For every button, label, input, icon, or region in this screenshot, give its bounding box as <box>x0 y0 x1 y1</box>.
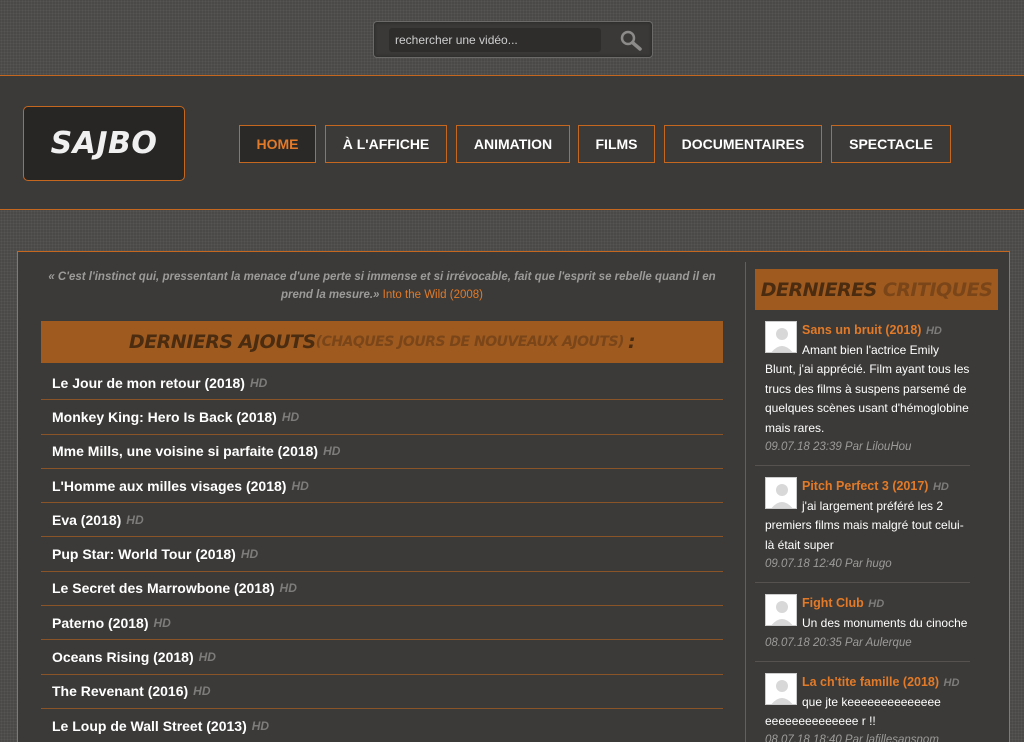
item-title: Paterno (2018) <box>52 614 149 631</box>
review-meta: 09.07.18 12:40 Par hugo <box>765 558 892 571</box>
hd-badge: HD <box>281 409 300 424</box>
review-title: Pitch Perfect 3 (2017) <box>802 479 929 494</box>
review-meta: 08.07.18 18:40 Par lafillesansnom <box>765 734 939 742</box>
review-title: La ch'tite famille (2018) <box>802 674 940 689</box>
hd-badge: HD <box>240 547 259 562</box>
list-item[interactable]: The Revenant (2016) HD <box>41 675 723 709</box>
hd-badge: HD <box>323 444 341 459</box>
review-title: Fight Club <box>802 596 864 611</box>
hd-badge: HD <box>868 598 885 611</box>
item-title: L'Homme aux milles visages (2018) <box>52 477 287 494</box>
latest-list: Le Jour de mon retour (2018) HD Monkey Ki… <box>41 366 723 742</box>
column-divider <box>745 262 746 742</box>
nav-a-l-affiche[interactable]: À L'AFFICHE <box>325 125 447 163</box>
hd-badge: HD <box>943 676 960 689</box>
user-placeholder-icon <box>771 601 793 626</box>
user-placeholder-icon <box>771 484 793 509</box>
hd-badge: HD <box>153 615 171 630</box>
search-icon <box>620 30 642 51</box>
hd-badge: HD <box>249 375 268 390</box>
list-item[interactable]: Pup Star: World Tour (2018) HD <box>41 537 723 572</box>
item-title: Mme Mills, une voisine si parfaite (2018… <box>52 443 319 460</box>
list-item[interactable]: Le Loup de Wall Street (2013) HD <box>41 709 723 742</box>
hd-badge: HD <box>291 478 309 493</box>
hd-badge: HD <box>932 481 949 494</box>
item-title: Le Secret des Marrowbone (2018) <box>52 580 275 597</box>
latest-banner: DERNIERS AJOUTS (CHAQUES JOURS DE NOUVEA… <box>41 321 723 363</box>
user-placeholder-icon <box>771 328 793 352</box>
item-title: The Revenant (2016) <box>52 683 189 700</box>
hd-badge: HD <box>198 650 216 665</box>
item-title: Monkey King: Hero Is Back (2018) <box>52 408 277 425</box>
review-item: Fight Club HD Un des monuments du cinoch… <box>755 583 970 662</box>
avatar <box>765 477 797 510</box>
review-meta: 09.07.18 23:39 Par LilouHou <box>765 441 912 454</box>
main-content: « C'est l'instinct qui, pressentant la m… <box>17 251 1010 742</box>
review-item: Pitch Perfect 3 (2017) HD j'ai largement… <box>755 466 970 584</box>
avatar <box>765 321 797 353</box>
list-item[interactable]: L'Homme aux milles visages (2018) HD <box>41 469 723 504</box>
list-item[interactable]: Mme Mills, une voisine si parfaite (2018… <box>41 435 723 469</box>
list-item[interactable]: Le Jour de mon retour (2018) HD <box>41 366 723 401</box>
avatar <box>765 672 797 705</box>
item-title: Eva (2018) <box>52 511 122 528</box>
avatar <box>765 594 797 627</box>
list-item[interactable]: Le Secret des Marrowbone (2018) HD <box>41 572 723 607</box>
latest-title: DERNIERS AJOUTS <box>128 331 316 353</box>
user-placeholder-icon <box>771 679 793 704</box>
item-title: Le Loup de Wall Street (2013) <box>52 717 247 734</box>
nav-films[interactable]: FILMS <box>578 125 655 163</box>
review-title: Sans un bruit (2018) <box>802 323 922 337</box>
hd-badge: HD <box>193 684 211 699</box>
search-button[interactable] <box>616 28 646 52</box>
reviews-sidebar: DERNIERES CRITIQUES Sans un bruit (2018)… <box>755 269 998 742</box>
nav-spectacle[interactable]: SPECTACLE <box>831 125 951 163</box>
list-item[interactable]: Monkey King: Hero Is Back (2018) HD <box>41 400 723 435</box>
review-text: Amant bien l'actrice Emily Blunt, j'ai a… <box>765 343 970 435</box>
search-input[interactable] <box>389 28 601 52</box>
quote-film-link[interactable]: Into the Wild (2008) <box>383 289 483 301</box>
nav-documentaires[interactable]: DOCUMENTAIRES <box>664 125 822 163</box>
reviews-banner: DERNIERES CRITIQUES <box>755 269 998 310</box>
search-box <box>373 21 653 58</box>
latest-suffix: : <box>627 331 636 353</box>
list-item[interactable]: Oceans Rising (2018) HD <box>41 640 723 675</box>
review-meta: 08.07.18 20:35 Par Aulerque <box>765 636 912 649</box>
reviews-subtitle: CRITIQUES <box>882 278 993 301</box>
hd-badge: HD <box>279 581 297 596</box>
reviews-title: DERNIERES <box>760 278 878 301</box>
item-title: Pup Star: World Tour (2018) <box>52 546 236 563</box>
item-title: Oceans Rising (2018) <box>52 649 194 666</box>
hd-badge: HD <box>925 325 942 337</box>
movie-quote: « C'est l'instinct qui, pressentant la m… <box>40 268 724 304</box>
review-item: La ch'tite famille (2018) HD que jte kee… <box>755 662 970 742</box>
top-search-bar <box>0 0 1024 75</box>
hd-badge: HD <box>126 512 144 527</box>
site-header: SAJBO HOME À L'AFFICHE ANIMATION FILMS D… <box>0 75 1024 210</box>
site-logo[interactable]: SAJBO <box>23 106 185 181</box>
nav-home[interactable]: HOME <box>239 125 316 163</box>
list-item[interactable]: Eva (2018) HD <box>41 503 723 538</box>
nav-animation[interactable]: ANIMATION <box>456 125 570 163</box>
item-title: Le Jour de mon retour (2018) <box>52 374 245 391</box>
hd-badge: HD <box>251 718 270 733</box>
list-item[interactable]: Paterno (2018) HD <box>41 606 723 641</box>
latest-subtitle: (CHAQUES JOURS DE NOUVEAUX AJOUTS) <box>315 334 625 350</box>
review-item: Sans un bruit (2018) HD Amant bien l'act… <box>755 310 970 467</box>
